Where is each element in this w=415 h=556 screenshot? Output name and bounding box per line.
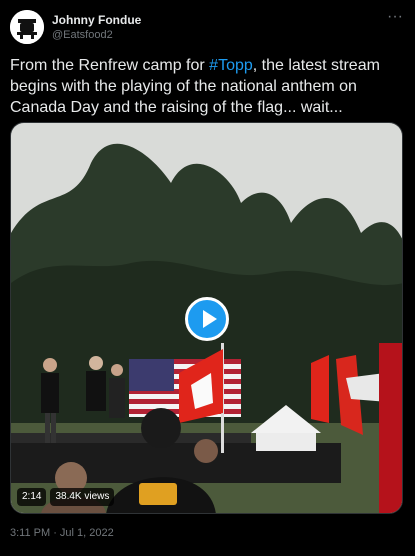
video-stats: 2:14 38.4K views [17, 488, 115, 506]
tweet: Johnny Fondue @Eatsfood2 ··· From the Re… [0, 0, 415, 556]
avatar-image [10, 10, 44, 44]
tweet-timestamp[interactable]: 3:11 PM · Jul 1, 2022 [10, 527, 114, 539]
hashtag-link[interactable]: #Topp [209, 57, 253, 74]
more-icon[interactable]: ··· [385, 9, 405, 30]
tweet-text: From the Renfrew camp for #Topp, the lat… [10, 55, 405, 118]
tweet-text-start: From the Renfrew camp for [10, 57, 210, 74]
play-icon [203, 310, 217, 328]
tweet-header: Johnny Fondue @Eatsfood2 ··· [10, 9, 405, 46]
video-player[interactable]: 2:14 38.4K views [10, 122, 403, 514]
display-name[interactable]: Johnny Fondue [52, 13, 141, 27]
play-button[interactable] [185, 297, 229, 341]
avatar[interactable] [10, 10, 44, 44]
username-handle[interactable]: @Eatsfood2 [52, 29, 113, 41]
video-duration: 2:14 [17, 488, 47, 506]
video-views: 38.4K views [50, 488, 115, 506]
